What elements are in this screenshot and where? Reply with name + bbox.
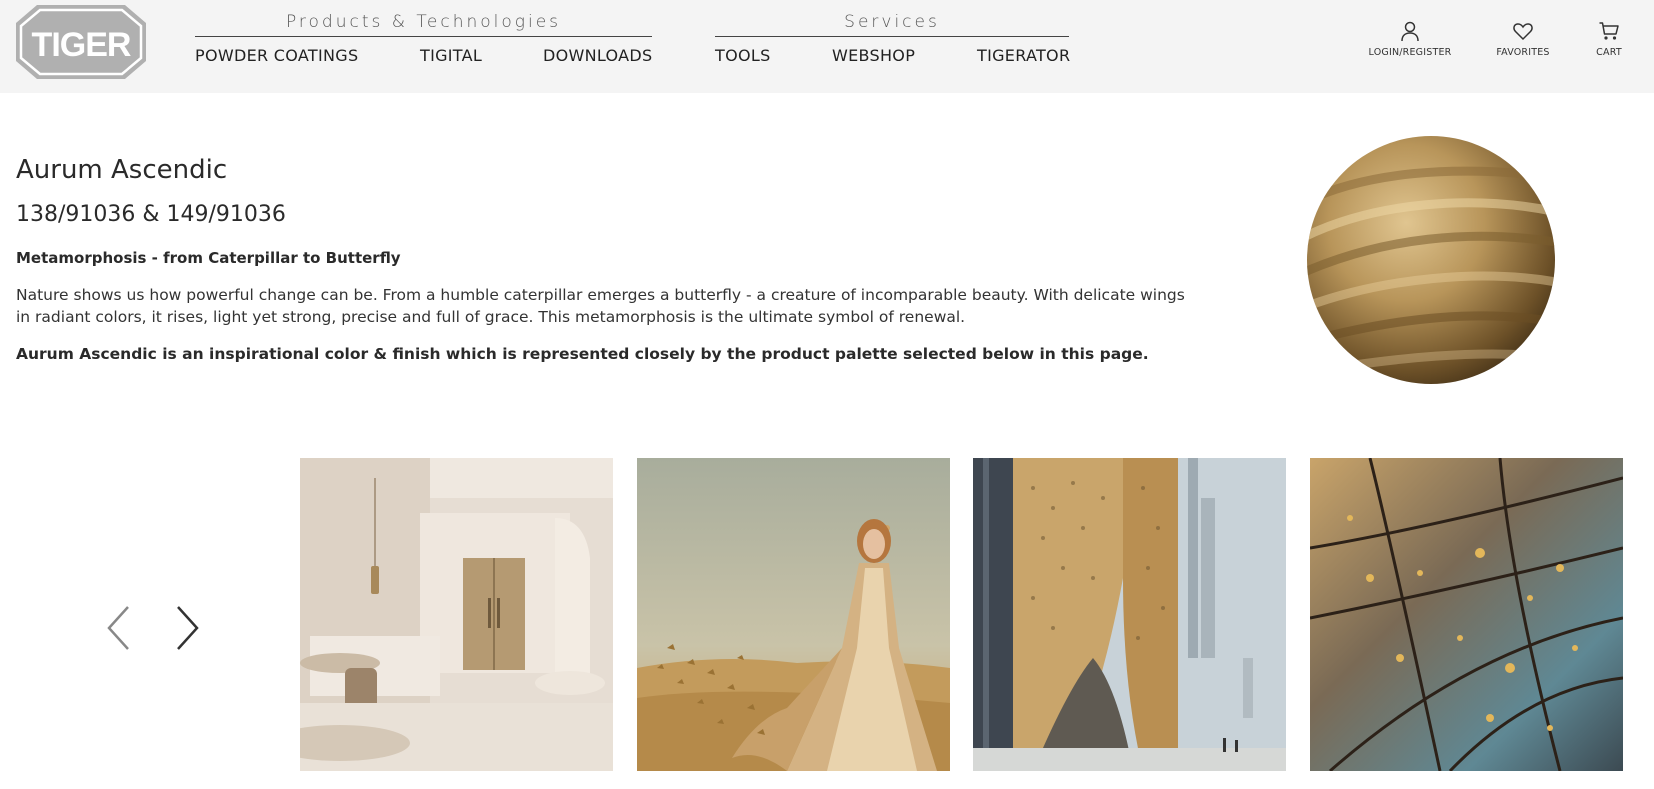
divider (195, 36, 652, 37)
site-header: TIGER Products & Technologies Services P… (0, 0, 1654, 93)
color-sample-sphere (1302, 133, 1560, 387)
services-group: Services (715, 10, 1069, 37)
carousel-prev-button[interactable] (104, 604, 134, 652)
chevron-left-icon (107, 606, 129, 650)
nav-tigerator[interactable]: TIGERATOR (977, 46, 1070, 65)
user-icon (1401, 21, 1419, 42)
login-register-label: LOGIN/REGISTER (1368, 47, 1452, 58)
divider (715, 36, 1069, 37)
gallery-image-fashion[interactable] (637, 458, 950, 771)
cart-label: CART (1596, 47, 1622, 58)
tiger-logo[interactable]: TIGER (15, 3, 147, 81)
carousel-next-button[interactable] (172, 604, 202, 652)
gallery-image-interior[interactable] (300, 458, 613, 771)
gallery-image-wing-detail[interactable] (1310, 458, 1623, 771)
nav-downloads[interactable]: DOWNLOADS (543, 46, 652, 65)
favorites-button[interactable]: FAVORITES (1494, 20, 1552, 58)
logo-text: TIGER (32, 26, 131, 64)
cart-button[interactable]: CART (1592, 20, 1626, 58)
services-heading: Services (844, 12, 940, 32)
product-codes: 138/91036 & 149/91036 (16, 202, 286, 227)
nav-tools[interactable]: TOOLS (715, 46, 771, 65)
inspiration-statement: Aurum Ascendic is an inspirational color… (16, 345, 1149, 363)
cart-icon (1599, 22, 1619, 40)
products-technologies-group: Products & Technologies (195, 10, 652, 37)
subheading: Metamorphosis - from Caterpillar to Butt… (16, 249, 401, 267)
gallery-image-architecture[interactable] (973, 458, 1286, 771)
favorites-label: FAVORITES (1496, 47, 1550, 58)
nav-tigital[interactable]: TIGITAL (420, 46, 482, 65)
products-technologies-heading: Products & Technologies (285, 12, 562, 32)
heart-icon (1513, 23, 1533, 41)
chevron-right-icon (177, 606, 199, 650)
description: Nature shows us how powerful change can … (16, 286, 1185, 326)
login-register-button[interactable]: LOGIN/REGISTER (1368, 20, 1452, 58)
page-title: Aurum Ascendic (16, 155, 228, 185)
nav-powder-coatings[interactable]: POWDER COATINGS (195, 46, 358, 65)
nav-webshop[interactable]: WEBSHOP (832, 46, 915, 65)
